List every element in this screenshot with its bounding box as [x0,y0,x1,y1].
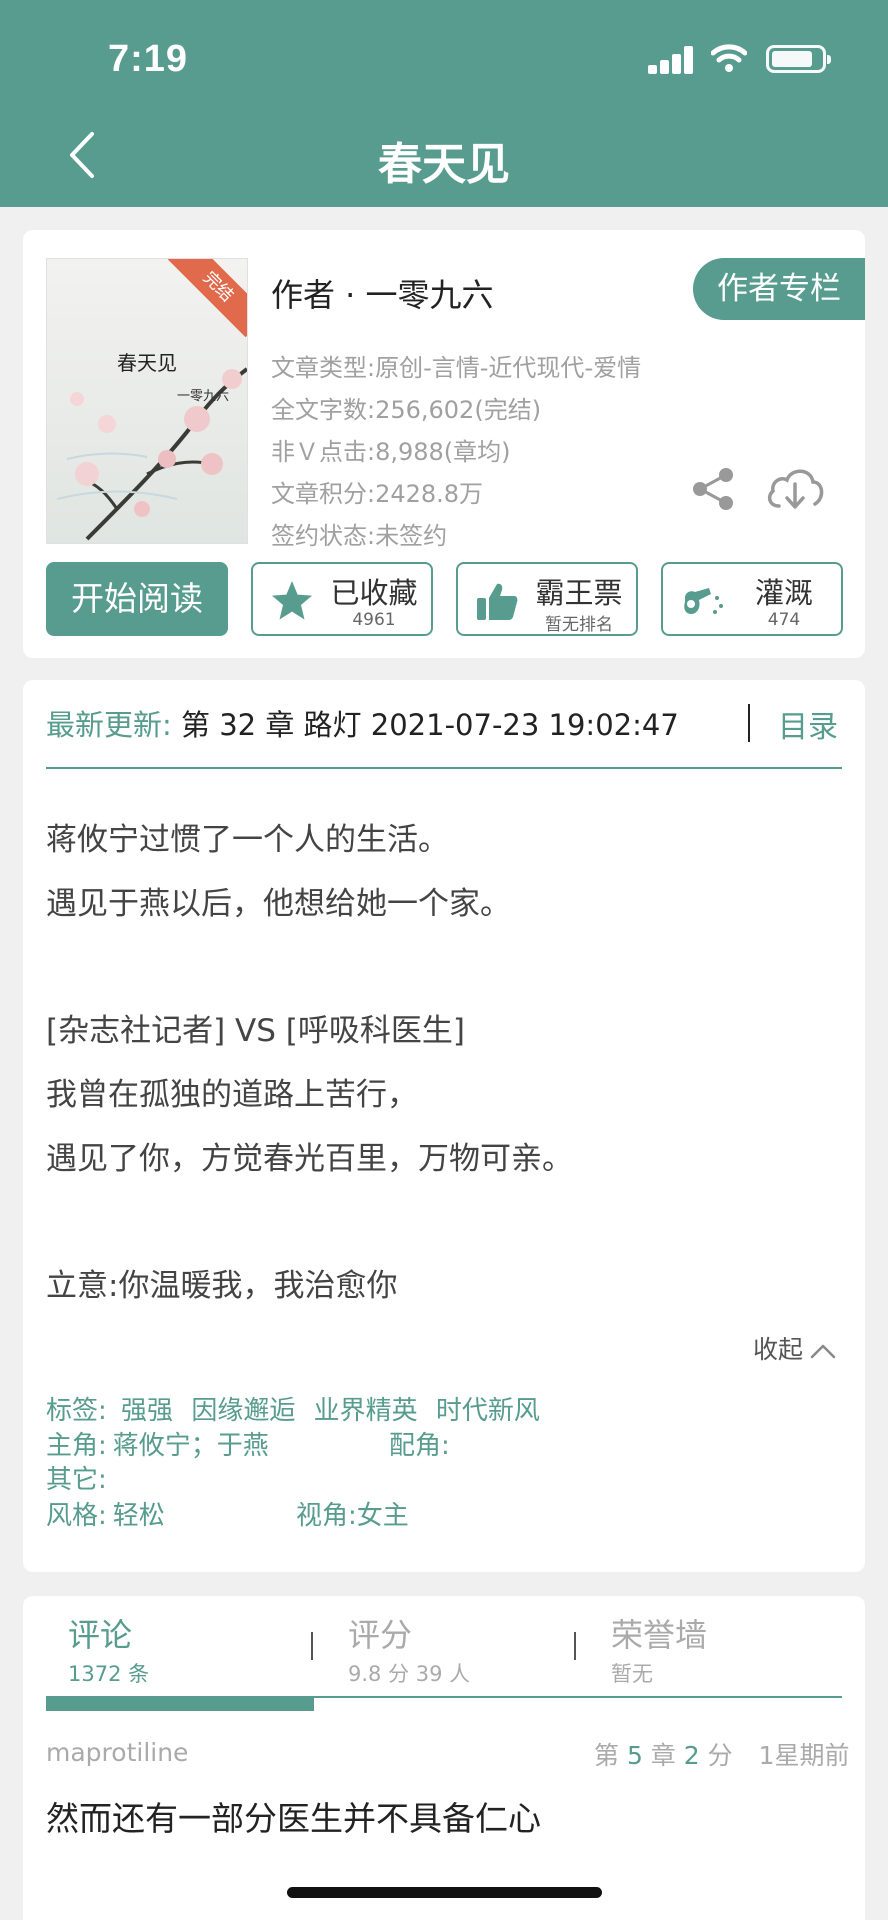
active-tab-indicator [46,1697,314,1711]
meta-score: 文章积分:2428.8万 [271,480,484,508]
signal-icon [648,46,696,74]
comment-username[interactable]: maprotiline [46,1738,188,1767]
divider [46,767,842,769]
tag[interactable]: 时代新风 [436,1396,540,1426]
comment-score-suffix: 分 [699,1741,733,1770]
water-count: 474 [767,610,801,630]
share-icon[interactable] [691,466,737,512]
lead-label: 主角: [46,1431,107,1461]
intro-line: 蒋攸宁过惯了一个人的生活。 [46,822,449,858]
watering-can-icon [684,588,723,614]
divider [748,704,750,742]
tab-divider [311,1632,313,1660]
tab-title: 评分 [348,1616,413,1654]
intro-line: 我曾在孤独的道路上苦行， [46,1077,418,1113]
comment-text[interactable]: 然而还有一部分医生并不具备仁心 [46,1792,541,1840]
tab-sub: 9.8 分 39 人 [348,1662,471,1686]
tag[interactable]: 业界精英 [314,1396,418,1426]
status-time: 7:19 [108,38,189,80]
intro-card: 最新更新: 第 32 章 路灯 2021-07-23 19:02:47 目录 蒋… [23,680,865,1572]
tab-title: 评论 [68,1616,133,1654]
favorite-count: 4961 [352,610,396,630]
tag[interactable]: 因缘邂逅 [191,1396,295,1426]
tab-title: 荣誉墙 [611,1616,708,1654]
tag[interactable]: 强强 [121,1396,173,1426]
tab-divider [574,1632,576,1660]
ticket-button[interactable]: 霸王票 暂无排名 [456,562,638,636]
view-value: 女主 [356,1501,409,1531]
view-label: 视角: [296,1501,357,1531]
author-name[interactable]: 作者 · 一零九六 [271,270,494,316]
collapse-label: 收起 [753,1335,804,1364]
ticket-rank: 暂无排名 [545,615,613,635]
lead-row: 主角: 蒋攸宁；于燕 [46,1425,269,1462]
start-reading-button[interactable]: 开始阅读 [46,562,228,636]
tab-ratings[interactable]: 评分 9.8 分 39 人 [348,1610,470,1688]
comment-chapter: 5 [626,1741,643,1770]
water-button[interactable]: 灌溉 474 [661,562,843,636]
comments-card: 评论 1372 条 评分 9.8 分 39 人 荣誉墙 暂无 maprotili… [23,1596,865,1920]
intro-line: 立意:你温暖我，我治愈你 [46,1268,398,1304]
intro-line: 遇见于燕以后，他想给她一个家。 [46,886,511,922]
favorite-label: 已收藏 [330,576,418,610]
book-cover[interactable]: 完结 春天见 一零九六 [46,258,248,544]
wifi-icon [711,44,747,72]
author-column-button[interactable]: 作者专栏 [693,258,865,320]
intro-line: [杂志社记者] VS [呼吸科医生] [46,1013,465,1049]
latest-update-label: 最新更新: [46,708,172,742]
cover-title: 春天见 [117,351,177,375]
tab-sub: 1372 条 [68,1662,150,1686]
ticket-label: 霸王票 [535,576,623,610]
download-cloud-icon[interactable] [765,462,825,514]
view-row: 视角:女主 [296,1495,409,1532]
comment-score: 2 [683,1741,700,1770]
table-of-contents-link[interactable]: 目录 [778,702,838,746]
battery-icon [766,45,831,73]
cover-author: 一零九六 [177,389,230,404]
tab-honor-wall[interactable]: 荣誉墙 暂无 [611,1610,707,1688]
meta-genre: 文章类型:原创-言情-近代现代-爱情 [271,354,642,382]
comment-chapter-prefix: 第 [594,1741,627,1770]
meta-clicks: 非Ｖ点击:8,988(章均) [271,438,511,466]
collapse-button[interactable]: 收起 [753,1330,837,1366]
app-header: 7:19 春天见 [0,0,888,207]
tags-row: 标签: 强强 因缘邂逅 业界精英 时代新风 [46,1390,540,1427]
tags-label: 标签: [46,1396,107,1426]
home-indicator[interactable] [287,1887,602,1898]
latest-update[interactable]: 最新更新: 第 32 章 路灯 2021-07-23 19:02:47 [46,702,679,744]
comment-chapter-suffix: 章 [642,1741,684,1770]
chevron-up-icon [810,1344,836,1359]
style-row: 风格: 轻松 [46,1495,165,1532]
meta-sign-status: 签约状态:未签约 [271,522,448,550]
favorite-button[interactable]: 已收藏 4961 [251,562,433,636]
thumbs-up-icon [477,583,518,620]
water-label: 灌溉 [754,576,813,610]
tab-comments[interactable]: 评论 1372 条 [68,1610,149,1688]
latest-update-text: 第 32 章 路灯 2021-07-23 19:02:47 [171,708,679,742]
tab-sub: 暂无 [611,1662,653,1686]
style-value: 轻松 [112,1501,165,1531]
star-icon [272,581,312,620]
book-info-card: 完结 春天见 一零九六 作者 · 一零九六 作者专栏 文章类型:原创-言情-近代… [23,230,865,658]
support-label: 配角: [389,1431,450,1461]
intro-line: 遇见了你，方觉春光百里，万物可亲。 [46,1141,573,1177]
page-title: 春天见 [378,139,510,190]
comment-time: 1星期前 [758,1741,850,1770]
meta-word-count: 全文字数:256,602(完结) [271,396,542,424]
comment-meta: 第 5 章 2 分 1星期前 [594,1736,849,1772]
other-label: 其它: [46,1465,107,1495]
style-label: 风格: [46,1501,107,1531]
lead-value: 蒋攸宁；于燕 [112,1431,269,1461]
